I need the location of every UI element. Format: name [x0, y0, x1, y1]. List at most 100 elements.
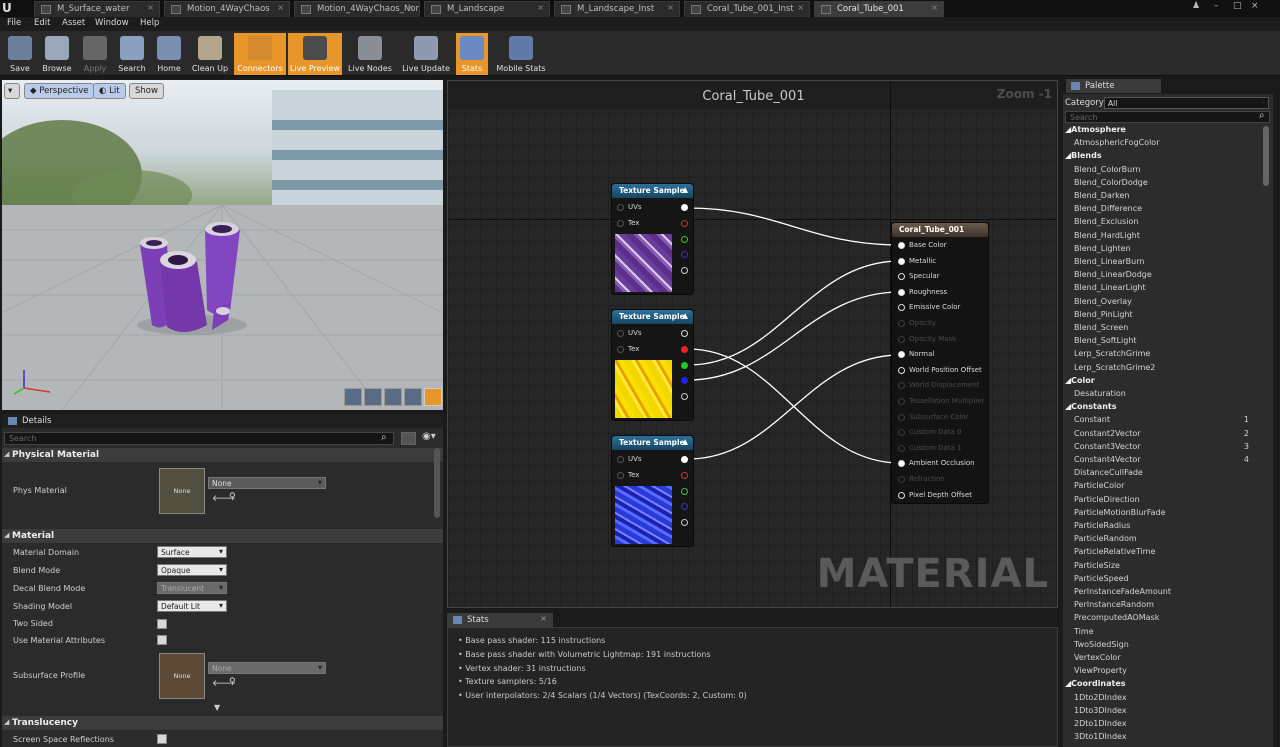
palette-search-input[interactable]: Search [1065, 111, 1270, 123]
menu-item-window[interactable]: Window [95, 18, 129, 28]
save-button[interactable]: Save [4, 33, 36, 75]
mesh-shape-icon[interactable] [424, 388, 442, 406]
a-output-pin[interactable] [681, 393, 688, 400]
uvs-input-pin[interactable] [617, 456, 624, 463]
palette-item[interactable]: Blend_Darken [1074, 191, 1129, 200]
sphere-shape-icon[interactable] [364, 388, 382, 406]
palette-item[interactable]: 1Dto3DIndex [1074, 706, 1127, 715]
a-output-pin[interactable] [681, 519, 688, 526]
document-tab[interactable]: Coral_Tube_001_Inst × [684, 1, 810, 17]
palette-item[interactable]: VertexColor [1074, 653, 1121, 662]
close-icon[interactable]: × [540, 614, 547, 623]
palette-category[interactable]: ◢Color [1065, 376, 1095, 385]
shading-model-dropdown[interactable]: Default Lit [157, 600, 227, 612]
palette-item[interactable]: 3Dto1DIndex [1074, 732, 1127, 741]
material-result-node[interactable]: Coral_Tube_001 Base Color Metallic Specula… [891, 222, 989, 504]
phys-material-thumbnail[interactable]: None [159, 468, 205, 514]
close-icon[interactable]: × [1251, 1, 1259, 11]
close-icon[interactable]: × [407, 3, 414, 12]
palette-category[interactable]: ◢Constants [1065, 402, 1116, 411]
lit-button[interactable]: ◐ Lit [93, 83, 126, 99]
palette-item[interactable]: Blend_SoftLight [1074, 336, 1137, 345]
live-nodes-button[interactable]: Live Nodes [344, 33, 396, 75]
browse-magnifier-icon[interactable]: ⚲ [229, 492, 236, 502]
show-button[interactable]: Show [129, 83, 164, 99]
result-input-pin[interactable] [898, 398, 905, 405]
palette-item[interactable]: ParticleSize [1074, 561, 1120, 570]
texture-sample-node[interactable]: Texture Sample ▲ UVs Tex [611, 183, 694, 295]
close-icon[interactable]: × [931, 3, 938, 12]
result-input-pin[interactable] [898, 476, 905, 483]
result-input-pin[interactable] [898, 335, 905, 343]
r-output-pin[interactable] [681, 472, 688, 479]
connectors-button[interactable]: Connectors [234, 33, 286, 75]
palette-item[interactable]: Blend_Overlay [1074, 297, 1132, 306]
details-scrollbar[interactable] [434, 448, 440, 518]
mobile-stats-button[interactable]: Mobile Stats [494, 33, 548, 75]
unreal-logo-icon[interactable]: U [2, 1, 18, 16]
uvs-input-pin[interactable] [617, 204, 624, 211]
palette-item[interactable]: ParticleMotionBlurFade [1074, 508, 1166, 517]
blend-mode-dropdown[interactable]: Opaque [157, 564, 227, 576]
property-matrix-icon[interactable] [401, 432, 416, 445]
palette-category[interactable]: ◢Atmosphere [1065, 125, 1126, 134]
stats-button[interactable]: Stats [456, 33, 488, 75]
cube-shape-icon[interactable] [404, 388, 422, 406]
collapse-icon[interactable]: ▲ [682, 311, 688, 320]
viewport-options-button[interactable]: ▾ [4, 83, 20, 99]
perspective-button[interactable]: ◆ Perspective [24, 83, 95, 99]
home-button[interactable]: Home [152, 33, 186, 75]
phys-material-dropdown[interactable]: None [208, 477, 326, 489]
browse-magnifier-icon[interactable]: ⚲ [229, 677, 236, 687]
result-input-pin[interactable] [898, 242, 905, 249]
b-output-pin[interactable] [681, 251, 688, 258]
category-physical-material[interactable]: Physical Material [2, 448, 443, 462]
minimize-icon[interactable]: – [1214, 1, 1219, 11]
result-input-pin[interactable] [898, 273, 905, 281]
document-tab[interactable]: Coral_Tube_001 × [814, 1, 944, 17]
result-input-pin[interactable] [898, 351, 905, 359]
result-input-pin[interactable] [898, 382, 905, 390]
palette-item[interactable]: Blend_ColorBurn [1074, 165, 1140, 174]
palette-category[interactable]: ◢Coordinates [1065, 679, 1126, 688]
result-input-pin[interactable] [898, 366, 905, 374]
rgb-output-pin[interactable] [681, 330, 688, 337]
palette-item[interactable]: ParticleRadius [1074, 521, 1130, 530]
palette-item[interactable]: ParticleColor [1074, 481, 1124, 490]
palette-item[interactable]: ParticleRandom [1074, 534, 1137, 543]
texture-sample-node[interactable]: Texture Sample ▲ UVs Tex [611, 435, 694, 547]
two-sided-checkbox[interactable] [157, 619, 167, 629]
texture-sample-node[interactable]: Texture Sample ▲ UVs Tex [611, 309, 694, 421]
document-tab[interactable]: M_Landscape_Inst × [554, 1, 680, 17]
palette-item[interactable]: Blend_Lighten [1074, 244, 1131, 253]
palette-item[interactable]: PrecomputedAOMask [1074, 613, 1159, 622]
palette-item[interactable]: ViewProperty [1074, 666, 1127, 675]
details-search-input[interactable]: Search [4, 432, 394, 445]
result-input-pin[interactable] [898, 429, 905, 437]
result-input-pin[interactable] [898, 304, 905, 312]
browse-button[interactable]: Browse [38, 33, 76, 75]
category-material[interactable]: Material [2, 529, 443, 543]
close-icon[interactable]: × [667, 3, 674, 12]
b-output-pin[interactable] [681, 377, 688, 384]
search-button[interactable]: Search [115, 33, 149, 75]
palette-item[interactable]: Constant [1074, 415, 1110, 424]
g-output-pin[interactable] [681, 488, 688, 495]
palette-item[interactable]: AtmosphericFogColor [1074, 138, 1159, 147]
palette-item[interactable]: Blend_ColorDodge [1074, 178, 1148, 187]
palette-item[interactable]: Constant2Vector [1074, 429, 1141, 438]
palette-item[interactable]: 1Dto2DIndex [1074, 693, 1127, 702]
material-domain-dropdown[interactable]: Surface [157, 546, 227, 558]
result-input-pin[interactable] [898, 320, 905, 327]
user-icon[interactable]: ♟ [1192, 1, 1200, 11]
palette-item[interactable]: Lerp_ScratchGrime2 [1074, 363, 1155, 372]
document-tab[interactable]: Motion_4WayChaos × [164, 1, 290, 17]
screen-space-reflections-checkbox[interactable] [157, 734, 167, 744]
palette-item[interactable]: ParticleSpeed [1074, 574, 1129, 583]
stats-tab[interactable]: Stats × [447, 613, 553, 627]
clean-up-button[interactable]: Clean Up [188, 33, 232, 75]
document-tab[interactable]: M_Landscape × [424, 1, 550, 17]
palette-item[interactable]: ParticleRelativeTime [1074, 547, 1155, 556]
category-dropdown[interactable]: All [1104, 97, 1269, 109]
live-preview-button[interactable]: Live Preview [288, 33, 342, 75]
